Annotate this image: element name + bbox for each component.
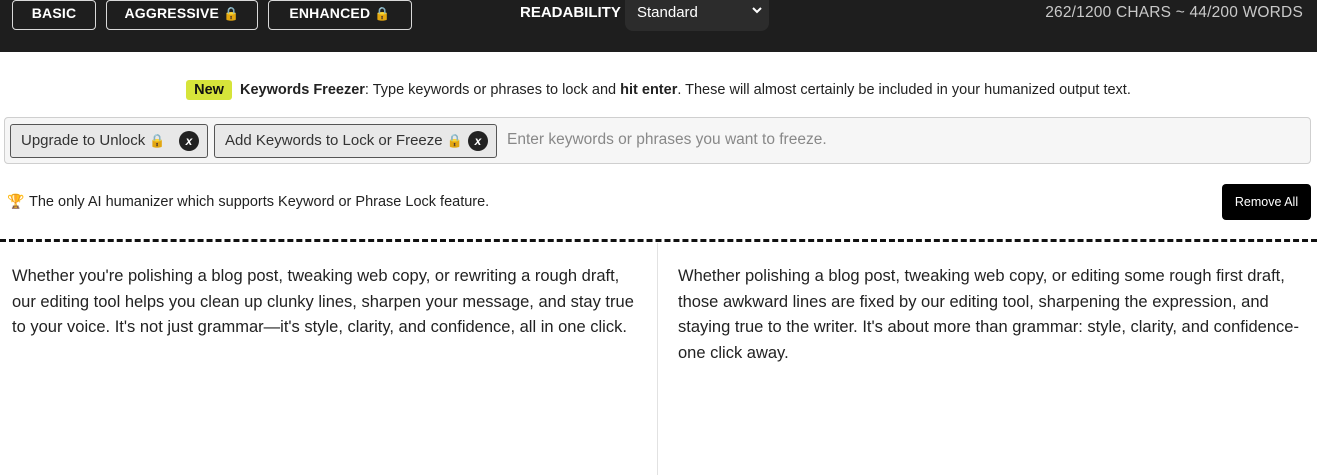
mode-enhanced-label: ENHANCED <box>289 5 371 21</box>
chevron-down-icon <box>751 4 763 19</box>
mode-basic-label: BASIC <box>31 5 77 21</box>
notice-text-before: : Type keywords or phrases to lock and <box>364 82 621 98</box>
mode-aggressive-label: AGGRESSIVE <box>124 5 220 21</box>
lock-icon: 🔒 <box>374 6 391 21</box>
notice-title: Keywords Freezer <box>239 82 365 98</box>
mode-enhanced-button[interactable]: ENHANCED 🔒 <box>268 0 412 30</box>
readability-value: Standard <box>637 4 698 21</box>
readability-select[interactable]: Standard <box>625 0 769 31</box>
keywords-freezer-notice: New Keywords Freezer: Type keywords or p… <box>0 80 1317 100</box>
lock-icon: 🔒 <box>223 6 240 21</box>
lock-icon: 🔒 <box>446 133 463 148</box>
chip-label: Add Keywords to Lock or Freeze <box>225 132 443 149</box>
dashed-divider <box>0 239 1317 242</box>
input-text-panel[interactable]: Whether you're polishing a blog post, tw… <box>12 264 637 341</box>
remove-chip-icon[interactable]: x <box>468 131 488 151</box>
notice-text-after: . These will almost certainly be include… <box>677 82 1131 98</box>
readability-label: READABILITY <box>520 4 621 21</box>
keyword-chip-add-keywords[interactable]: Add Keywords to Lock or Freeze 🔒 x <box>214 124 497 158</box>
chip-label: Upgrade to Unlock <box>21 132 146 149</box>
keyword-chip-upgrade[interactable]: Upgrade to Unlock 🔒 x <box>10 124 208 158</box>
remove-all-button[interactable]: Remove All <box>1222 184 1311 220</box>
mode-basic-button[interactable]: BASIC <box>12 0 96 30</box>
remove-chip-icon[interactable]: x <box>179 131 199 151</box>
top-toolbar: BASIC AGGRESSIVE 🔒 ENHANCED 🔒 READABILITY … <box>0 0 1317 52</box>
keyword-input[interactable]: Enter keywords or phrases you want to fr… <box>507 131 827 149</box>
lock-icon: 🔒 <box>149 133 166 148</box>
notice-emphasis: hit enter <box>620 82 678 98</box>
panel-separator <box>657 243 658 475</box>
feature-text: The only AI humanizer which supports Key… <box>29 194 490 210</box>
character-word-counter: 262/1200 CHARS ~ 44/200 WORDS <box>1045 4 1303 21</box>
new-badge: New <box>186 80 232 100</box>
mode-aggressive-button[interactable]: AGGRESSIVE 🔒 <box>106 0 258 30</box>
output-text-panel[interactable]: Whether polishing a blog post, tweaking … <box>678 264 1308 366</box>
keyword-freeze-box[interactable]: Upgrade to Unlock 🔒 x Add Keywords to Loc… <box>4 117 1311 164</box>
trophy-icon: 🏆 <box>7 193 25 209</box>
